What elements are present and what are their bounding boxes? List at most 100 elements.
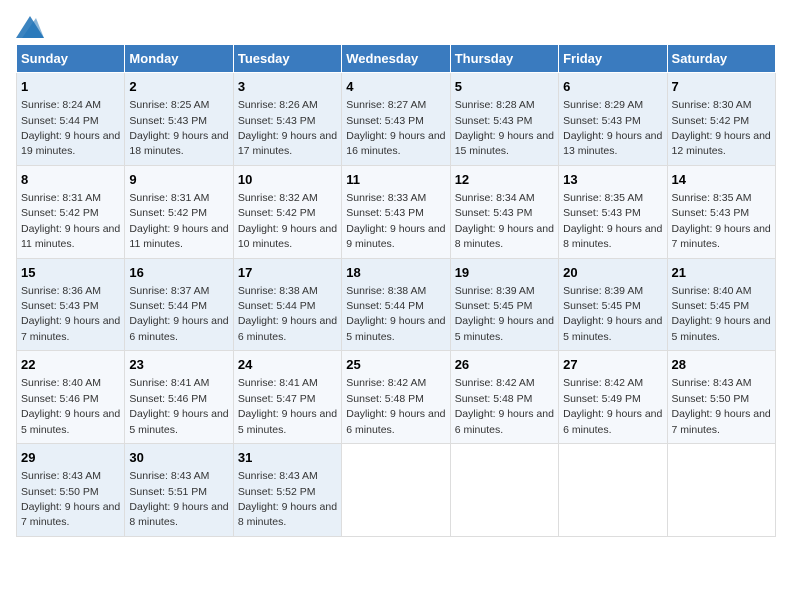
calendar-week-row: 15 Sunrise: 8:36 AMSunset: 5:43 PMDayligh… — [17, 258, 776, 351]
calendar-cell: 9Sunrise: 8:31 AMSunset: 5:42 PMDaylight… — [125, 165, 233, 258]
header-cell-wednesday: Wednesday — [342, 45, 450, 73]
day-number: 29 — [21, 449, 120, 467]
calendar-cell — [450, 444, 558, 537]
day-info: Sunrise: 8:27 AMSunset: 5:43 PMDaylight:… — [346, 99, 445, 157]
calendar-cell: 18 Sunrise: 8:38 AMSunset: 5:44 PMDayligh… — [342, 258, 450, 351]
calendar-cell: 14Sunrise: 8:35 AMSunset: 5:43 PMDayligh… — [667, 165, 775, 258]
day-info: Sunrise: 8:36 AMSunset: 5:43 PMDaylight:… — [21, 285, 120, 343]
calendar-cell: 28Sunrise: 8:43 AMSunset: 5:50 PMDayligh… — [667, 351, 775, 444]
calendar-cell: 8 Sunrise: 8:31 AMSunset: 5:42 PMDaylight… — [17, 165, 125, 258]
day-info: Sunrise: 8:43 AMSunset: 5:51 PMDaylight:… — [129, 470, 228, 528]
day-number: 8 — [21, 171, 120, 189]
calendar-cell: 25 Sunrise: 8:42 AMSunset: 5:48 PMDayligh… — [342, 351, 450, 444]
day-number: 17 — [238, 264, 337, 282]
header-cell-monday: Monday — [125, 45, 233, 73]
day-info: Sunrise: 8:24 AMSunset: 5:44 PMDaylight:… — [21, 99, 120, 157]
day-info: Sunrise: 8:38 AMSunset: 5:44 PMDaylight:… — [238, 285, 337, 343]
day-number: 10 — [238, 171, 337, 189]
logo — [16, 16, 48, 36]
day-info: Sunrise: 8:40 AMSunset: 5:45 PMDaylight:… — [672, 285, 771, 343]
calendar-cell: 29 Sunrise: 8:43 AMSunset: 5:50 PMDayligh… — [17, 444, 125, 537]
day-info: Sunrise: 8:31 AMSunset: 5:42 PMDaylight:… — [21, 192, 120, 250]
calendar-cell: 19 Sunrise: 8:39 AMSunset: 5:45 PMDayligh… — [450, 258, 558, 351]
day-number: 31 — [238, 449, 337, 467]
calendar-cell: 6 Sunrise: 8:29 AMSunset: 5:43 PMDaylight… — [559, 73, 667, 166]
day-number: 19 — [455, 264, 554, 282]
day-info: Sunrise: 8:39 AMSunset: 5:45 PMDaylight:… — [563, 285, 662, 343]
day-number: 18 — [346, 264, 445, 282]
day-info: Sunrise: 8:37 AMSunset: 5:44 PMDaylight:… — [129, 285, 228, 343]
day-info: Sunrise: 8:26 AMSunset: 5:43 PMDaylight:… — [238, 99, 337, 157]
day-number: 14 — [672, 171, 771, 189]
calendar-week-row: 29 Sunrise: 8:43 AMSunset: 5:50 PMDayligh… — [17, 444, 776, 537]
calendar-cell — [559, 444, 667, 537]
calendar-cell: 11Sunrise: 8:33 AMSunset: 5:43 PMDayligh… — [342, 165, 450, 258]
day-number: 25 — [346, 356, 445, 374]
day-number: 13 — [563, 171, 662, 189]
logo-icon — [16, 16, 44, 36]
day-info: Sunrise: 8:39 AMSunset: 5:45 PMDaylight:… — [455, 285, 554, 343]
day-info: Sunrise: 8:35 AMSunset: 5:43 PMDaylight:… — [563, 192, 662, 250]
day-info: Sunrise: 8:43 AMSunset: 5:50 PMDaylight:… — [672, 377, 771, 435]
calendar-cell: 7Sunrise: 8:30 AMSunset: 5:42 PMDaylight… — [667, 73, 775, 166]
day-info: Sunrise: 8:25 AMSunset: 5:43 PMDaylight:… — [129, 99, 228, 157]
day-number: 26 — [455, 356, 554, 374]
day-number: 20 — [563, 264, 662, 282]
day-number: 4 — [346, 78, 445, 96]
calendar-cell: 16 Sunrise: 8:37 AMSunset: 5:44 PMDayligh… — [125, 258, 233, 351]
day-info: Sunrise: 8:43 AMSunset: 5:52 PMDaylight:… — [238, 470, 337, 528]
calendar-cell: 26 Sunrise: 8:42 AMSunset: 5:48 PMDayligh… — [450, 351, 558, 444]
calendar-cell: 4 Sunrise: 8:27 AMSunset: 5:43 PMDaylight… — [342, 73, 450, 166]
day-info: Sunrise: 8:42 AMSunset: 5:48 PMDaylight:… — [346, 377, 445, 435]
calendar-cell: 5 Sunrise: 8:28 AMSunset: 5:43 PMDaylight… — [450, 73, 558, 166]
day-number: 1 — [21, 78, 120, 96]
day-info: Sunrise: 8:41 AMSunset: 5:47 PMDaylight:… — [238, 377, 337, 435]
calendar-cell: 21 Sunrise: 8:40 AMSunset: 5:45 PMDayligh… — [667, 258, 775, 351]
day-info: Sunrise: 8:32 AMSunset: 5:42 PMDaylight:… — [238, 192, 337, 250]
calendar-cell: 20 Sunrise: 8:39 AMSunset: 5:45 PMDayligh… — [559, 258, 667, 351]
calendar-cell: 1 Sunrise: 8:24 AMSunset: 5:44 PMDaylight… — [17, 73, 125, 166]
header-cell-tuesday: Tuesday — [233, 45, 341, 73]
day-number: 22 — [21, 356, 120, 374]
day-number: 5 — [455, 78, 554, 96]
header-cell-sunday: Sunday — [17, 45, 125, 73]
day-info: Sunrise: 8:42 AMSunset: 5:48 PMDaylight:… — [455, 377, 554, 435]
day-number: 27 — [563, 356, 662, 374]
calendar-cell: 27Sunrise: 8:42 AMSunset: 5:49 PMDayligh… — [559, 351, 667, 444]
header-cell-friday: Friday — [559, 45, 667, 73]
day-number: 2 — [129, 78, 228, 96]
calendar-cell: 24Sunrise: 8:41 AMSunset: 5:47 PMDayligh… — [233, 351, 341, 444]
day-number: 6 — [563, 78, 662, 96]
day-info: Sunrise: 8:41 AMSunset: 5:46 PMDaylight:… — [129, 377, 228, 435]
day-info: Sunrise: 8:33 AMSunset: 5:43 PMDaylight:… — [346, 192, 445, 250]
calendar-week-row: 22Sunrise: 8:40 AMSunset: 5:46 PMDayligh… — [17, 351, 776, 444]
day-info: Sunrise: 8:43 AMSunset: 5:50 PMDaylight:… — [21, 470, 120, 528]
header — [16, 16, 776, 36]
calendar-cell: 22Sunrise: 8:40 AMSunset: 5:46 PMDayligh… — [17, 351, 125, 444]
calendar: SundayMondayTuesdayWednesdayThursdayFrid… — [16, 44, 776, 537]
calendar-cell: 10 Sunrise: 8:32 AMSunset: 5:42 PMDayligh… — [233, 165, 341, 258]
day-info: Sunrise: 8:38 AMSunset: 5:44 PMDaylight:… — [346, 285, 445, 343]
calendar-cell: 17 Sunrise: 8:38 AMSunset: 5:44 PMDayligh… — [233, 258, 341, 351]
calendar-header-row: SundayMondayTuesdayWednesdayThursdayFrid… — [17, 45, 776, 73]
day-number: 16 — [129, 264, 228, 282]
calendar-cell — [342, 444, 450, 537]
calendar-cell: 31 Sunrise: 8:43 AMSunset: 5:52 PMDayligh… — [233, 444, 341, 537]
calendar-cell: 3Sunrise: 8:26 AMSunset: 5:43 PMDaylight… — [233, 73, 341, 166]
calendar-week-row: 8 Sunrise: 8:31 AMSunset: 5:42 PMDaylight… — [17, 165, 776, 258]
day-number: 21 — [672, 264, 771, 282]
day-number: 15 — [21, 264, 120, 282]
day-info: Sunrise: 8:29 AMSunset: 5:43 PMDaylight:… — [563, 99, 662, 157]
calendar-cell: 23Sunrise: 8:41 AMSunset: 5:46 PMDayligh… — [125, 351, 233, 444]
calendar-cell: 12 Sunrise: 8:34 AMSunset: 5:43 PMDayligh… — [450, 165, 558, 258]
calendar-cell: 15 Sunrise: 8:36 AMSunset: 5:43 PMDayligh… — [17, 258, 125, 351]
day-number: 12 — [455, 171, 554, 189]
calendar-cell: 2 Sunrise: 8:25 AMSunset: 5:43 PMDaylight… — [125, 73, 233, 166]
calendar-week-row: 1 Sunrise: 8:24 AMSunset: 5:44 PMDaylight… — [17, 73, 776, 166]
day-info: Sunrise: 8:34 AMSunset: 5:43 PMDaylight:… — [455, 192, 554, 250]
calendar-cell: 13 Sunrise: 8:35 AMSunset: 5:43 PMDayligh… — [559, 165, 667, 258]
calendar-cell: 30Sunrise: 8:43 AMSunset: 5:51 PMDayligh… — [125, 444, 233, 537]
day-info: Sunrise: 8:28 AMSunset: 5:43 PMDaylight:… — [455, 99, 554, 157]
header-cell-saturday: Saturday — [667, 45, 775, 73]
day-number: 7 — [672, 78, 771, 96]
